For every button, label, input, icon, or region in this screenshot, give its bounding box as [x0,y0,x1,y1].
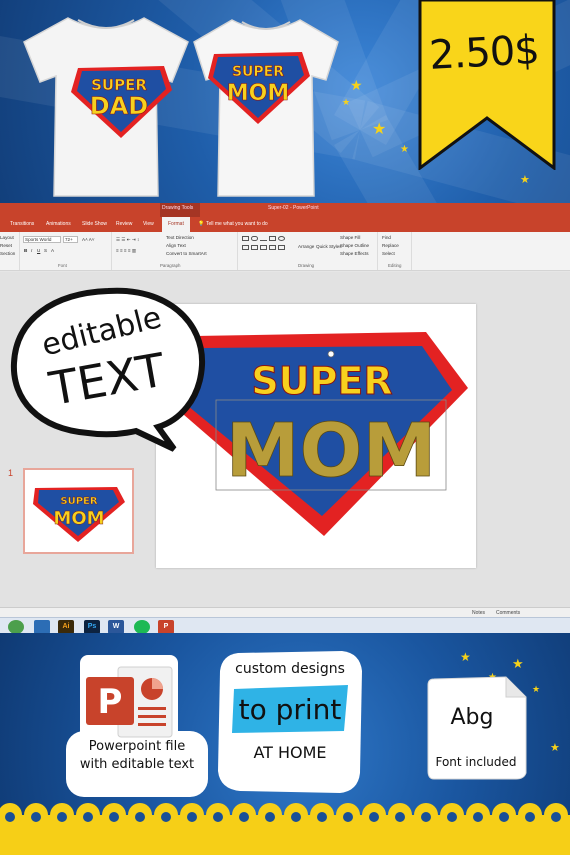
ribbon-tabs: Transitions Animations Slide Show Review… [0,217,570,232]
star-icon: ★ [350,77,363,93]
powerpoint-card: P [66,655,208,797]
spotify-icon[interactable] [134,620,150,633]
window-title: Super-02 - PowerPoint [268,205,319,211]
editable-text-callout: editable TEXT [10,287,206,452]
powerpoint-caption-1: Powerpoint file [88,739,186,754]
shirt-dad-line2: DAD [90,92,148,120]
taskbar: Ai Ps W P [0,617,570,633]
thumb-line1: SUPER [60,496,97,507]
font-caption: Font included [435,755,517,769]
powerpoint-icon[interactable]: P [158,620,174,633]
chrome-icon[interactable] [8,620,24,633]
tell-me-input[interactable]: Tell me what you want to do [206,221,268,227]
font-group [20,232,112,270]
notes-button[interactable]: Notes [472,610,485,616]
editing-group [378,232,412,270]
slide-line1: SUPER [251,359,392,403]
custom-designs-line1: custom designs [235,661,345,677]
top-banner: ★ ★ ★ ★ ★ SUPER DAD SUPER MOM 2.50$ [0,0,570,205]
photoshop-icon[interactable]: Ps [84,620,100,633]
lightbulb-icon: 💡 [198,221,205,227]
shirt-mom-line1: SUPER [232,64,284,80]
slide-thumbnail[interactable]: SUPER MOM [23,468,134,554]
shirt-mom-line2: MOM [227,81,290,106]
app-icon[interactable] [34,620,50,633]
tab-format[interactable]: Format [162,217,190,232]
context-tab-label: Drawing Tools [162,205,194,211]
tab-review[interactable]: Review [116,221,132,227]
slides-group [0,232,20,270]
ppt-letter: P [98,682,123,722]
star-icon: ★ [550,742,560,754]
powerpoint-caption-2: with editable text [79,757,195,772]
drawing-group [238,232,378,270]
star-icon: ★ [512,656,524,671]
slide-line2: MOM [226,408,436,494]
price-tag [418,0,556,170]
status-bar: Notes Comments [0,607,570,617]
price-label: 2.50$ [428,27,540,79]
tab-animations[interactable]: Animations [46,221,71,227]
slide-number: 1 [8,468,14,478]
tshirt-dad: SUPER DAD [16,10,196,200]
title-bar: Drawing Tools Super-02 - PowerPoint [0,203,570,217]
custom-designs-line2: to print [238,693,342,726]
paragraph-group [112,232,238,270]
tshirt-mom: SUPER MOM [186,14,346,199]
word-icon[interactable]: W [108,620,124,633]
comments-button[interactable]: Comments [496,610,520,616]
illustrator-icon[interactable]: Ai [58,620,74,633]
bottom-banner: ★ ★ ★ ★ ★ P Powerpoint file with editabl… [0,633,570,855]
tab-view[interactable]: View [143,221,154,227]
star-icon: ★ [460,650,471,664]
custom-designs-line3: AT HOME [253,743,327,762]
tab-transitions[interactable]: Transitions [10,221,34,227]
star-icon: ★ [400,144,409,155]
scalloped-border [0,803,570,855]
star-icon: ★ [520,174,530,186]
star-icon: ★ [372,121,387,138]
thumb-line2: MOM [53,508,104,529]
tab-slide-show[interactable]: Slide Show [82,221,107,227]
rotate-handle-icon[interactable] [327,350,335,358]
ribbon: Layout Reset Section Sports World 72+ A˄… [0,232,570,271]
font-sample: Abg [450,705,494,730]
